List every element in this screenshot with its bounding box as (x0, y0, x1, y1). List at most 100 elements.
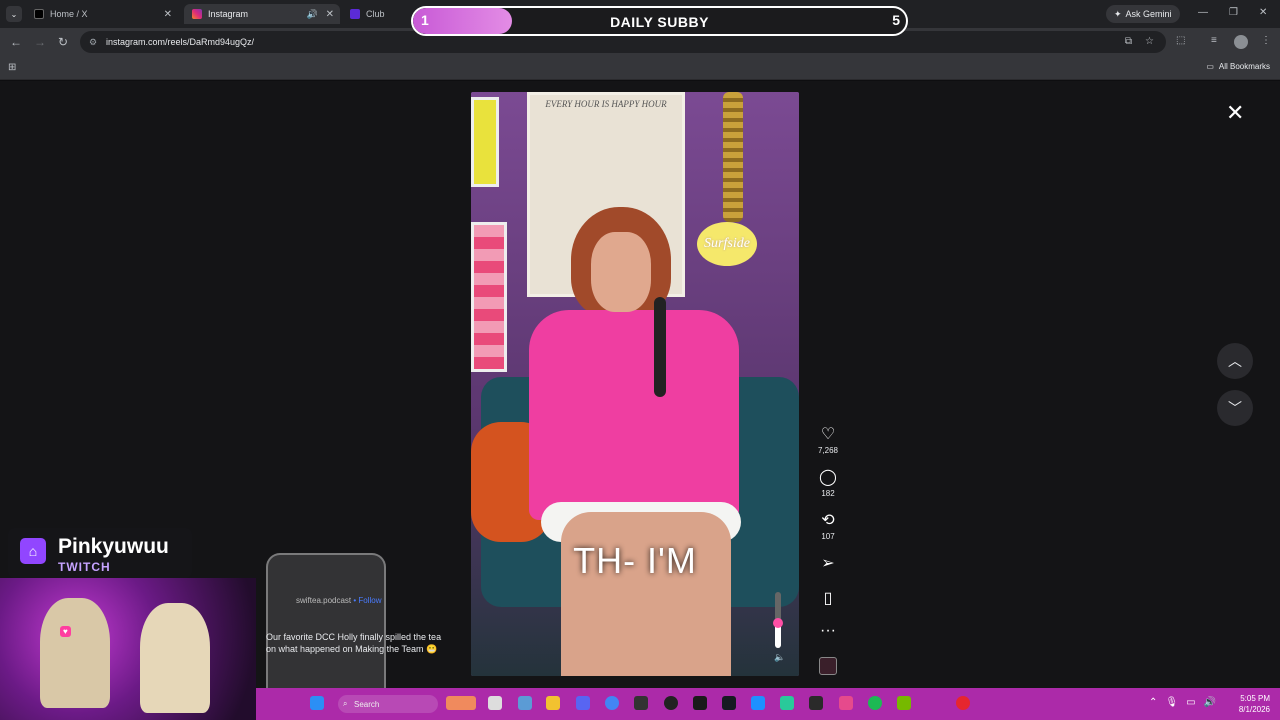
obs-icon[interactable] (664, 696, 678, 710)
taskbar: ⌕ Search ⌃ 🎙 ▭ 🔊 5:05 PM 8/1/2026 (256, 688, 1280, 720)
app-icon[interactable] (839, 696, 853, 710)
app-icon[interactable] (809, 696, 823, 710)
search-label: Search (354, 699, 380, 709)
chevron-up-icon[interactable]: ⌃ (1149, 697, 1157, 708)
task-view-icon[interactable] (488, 696, 502, 710)
restore-icon[interactable]: ❐ (1229, 7, 1238, 18)
spotify-icon[interactable] (868, 696, 882, 710)
clock-date: 8/1/2026 (1238, 705, 1270, 714)
follow-button[interactable]: Follow (358, 596, 381, 605)
repost-button[interactable]: ⟲ 107 (808, 510, 848, 541)
chevron-up-icon: ︿ (1228, 353, 1242, 369)
minimize-icon[interactable]: — (1198, 7, 1208, 18)
close-icon[interactable]: ✕ (1226, 100, 1244, 126)
twitch-name-card: ⌂ Pinkyuwuu TWITCH (8, 528, 192, 578)
reel-description-line-1: Our favorite DCC Holly finally spilled t… (266, 632, 442, 642)
share-button[interactable]: ➢ (808, 553, 848, 573)
tab-search-icon[interactable]: ⌄ (6, 6, 22, 22)
app-icon[interactable] (780, 696, 794, 710)
repost-icon: ⟲ (821, 512, 835, 529)
taskbar-search[interactable]: ⌕ Search (338, 695, 438, 713)
author-handle[interactable]: swiftea.podcast (296, 596, 351, 605)
reload-icon[interactable]: ↻ (58, 35, 68, 49)
like-button[interactable]: ♡ 7,268 (808, 424, 848, 455)
save-button[interactable]: ▯ (808, 588, 848, 608)
app-icon[interactable] (956, 696, 970, 710)
start-icon[interactable] (310, 696, 324, 710)
mail-icon[interactable] (634, 696, 648, 710)
previous-reel-button[interactable]: ︿ (1217, 343, 1253, 379)
chain-decoration (723, 92, 743, 222)
more-options-button[interactable]: ··· (808, 622, 848, 640)
volume-slider[interactable] (773, 592, 783, 648)
close-tab-icon[interactable]: ✕ (164, 9, 172, 20)
gemini-sparkle-icon: ✦ (1114, 8, 1122, 19)
tab-instagram[interactable]: Instagram 🔊 ✕ (184, 4, 340, 24)
club-logo-icon (350, 9, 360, 19)
bookmark-star-icon[interactable]: ☆ (1145, 36, 1154, 47)
folder-icon: ▭ (1206, 62, 1214, 71)
tab-club[interactable]: Club (342, 4, 412, 24)
poster-text: EVERY HOUR IS HAPPY HOUR (545, 99, 667, 109)
reel-video[interactable]: EVERY HOUR IS HAPPY HOUR Surfside TH- I'… (471, 92, 799, 676)
comment-button[interactable]: ◯ 182 (808, 467, 848, 498)
volume-icon[interactable]: 🔊 (1204, 697, 1216, 708)
steam-icon[interactable] (722, 696, 736, 710)
video-caption: TH- I'M (573, 540, 697, 581)
ask-gemini-button[interactable]: ✦ Ask Gemini (1106, 5, 1180, 23)
close-tab-icon[interactable]: ✕ (326, 9, 334, 20)
neon-sign: ♥ (60, 626, 71, 637)
next-reel-button[interactable]: ﹀ (1217, 390, 1253, 426)
chevron-down-icon: ﹀ (1228, 400, 1242, 416)
media-control-icon[interactable]: ≡ (1211, 35, 1217, 46)
elgato-icon[interactable] (693, 696, 707, 710)
send-icon: ➢ (821, 555, 835, 572)
person-2 (140, 603, 210, 713)
close-window-icon[interactable]: ✕ (1259, 7, 1267, 18)
system-tray: ⌃ 🎙 ▭ 🔊 (1149, 697, 1216, 708)
copilot-icon[interactable] (518, 696, 532, 710)
extensions-icon[interactable]: ⬚ (1176, 35, 1185, 46)
heart-icon: ♡ (820, 426, 836, 443)
forward-icon[interactable]: → (34, 35, 46, 49)
microphone (654, 297, 666, 397)
nvidia-icon[interactable] (897, 696, 911, 710)
person-legs (561, 512, 731, 676)
discord-icon[interactable] (576, 696, 590, 710)
person-face (591, 232, 651, 312)
back-icon[interactable]: ← (10, 35, 22, 49)
ask-gemini-label: Ask Gemini (1125, 9, 1172, 19)
subby-title: DAILY SUBBY (610, 14, 709, 30)
subby-end: 5 (892, 12, 900, 28)
menu-kebab-icon[interactable]: ⋮ (1261, 35, 1271, 46)
widget-icon[interactable] (446, 696, 476, 710)
twitch-icon: ⌂ (20, 538, 46, 564)
clock[interactable]: 5:05 PM 8/1/2026 (1239, 693, 1270, 715)
app-icon[interactable] (751, 696, 765, 710)
daily-subby-progress: 1 DAILY SUBBY 5 (411, 6, 908, 36)
profile-avatar[interactable] (1234, 35, 1248, 49)
volume-knob[interactable] (773, 617, 783, 628)
reel-author[interactable]: swiftea.podcast • Follow (296, 596, 382, 605)
clock-time: 5:05 PM (1240, 694, 1270, 703)
tab-label: Club (366, 9, 385, 19)
all-bookmarks-button[interactable]: ▭ All Bookmarks (1206, 62, 1270, 71)
repost-count: 107 (821, 532, 835, 541)
site-info-icon[interactable]: ⚙ (89, 37, 97, 48)
audio-thumbnail[interactable] (819, 657, 837, 675)
volume-icon[interactable]: 🔈 (774, 652, 785, 663)
chrome-icon[interactable] (605, 696, 619, 710)
speaker-icon[interactable]: 🔊 (307, 9, 318, 20)
webcam-feed: ♥ (0, 578, 256, 720)
install-app-icon[interactable]: ⧉ (1125, 36, 1132, 47)
all-bookmarks-label: All Bookmarks (1218, 62, 1270, 71)
person-shirt (529, 310, 739, 520)
comment-count: 182 (821, 489, 835, 498)
tab-x-home[interactable]: Home / X ✕ (26, 4, 178, 24)
file-explorer-icon[interactable] (546, 696, 560, 710)
microphone-icon[interactable]: 🎙 (1165, 697, 1178, 708)
url-text[interactable]: instagram.com/reels/DaRmd94ugQz/ (106, 37, 254, 47)
network-icon[interactable]: ▭ (1186, 697, 1195, 708)
tab-label: Instagram (208, 9, 249, 19)
apps-grid-icon[interactable]: ⊞ (8, 62, 16, 73)
